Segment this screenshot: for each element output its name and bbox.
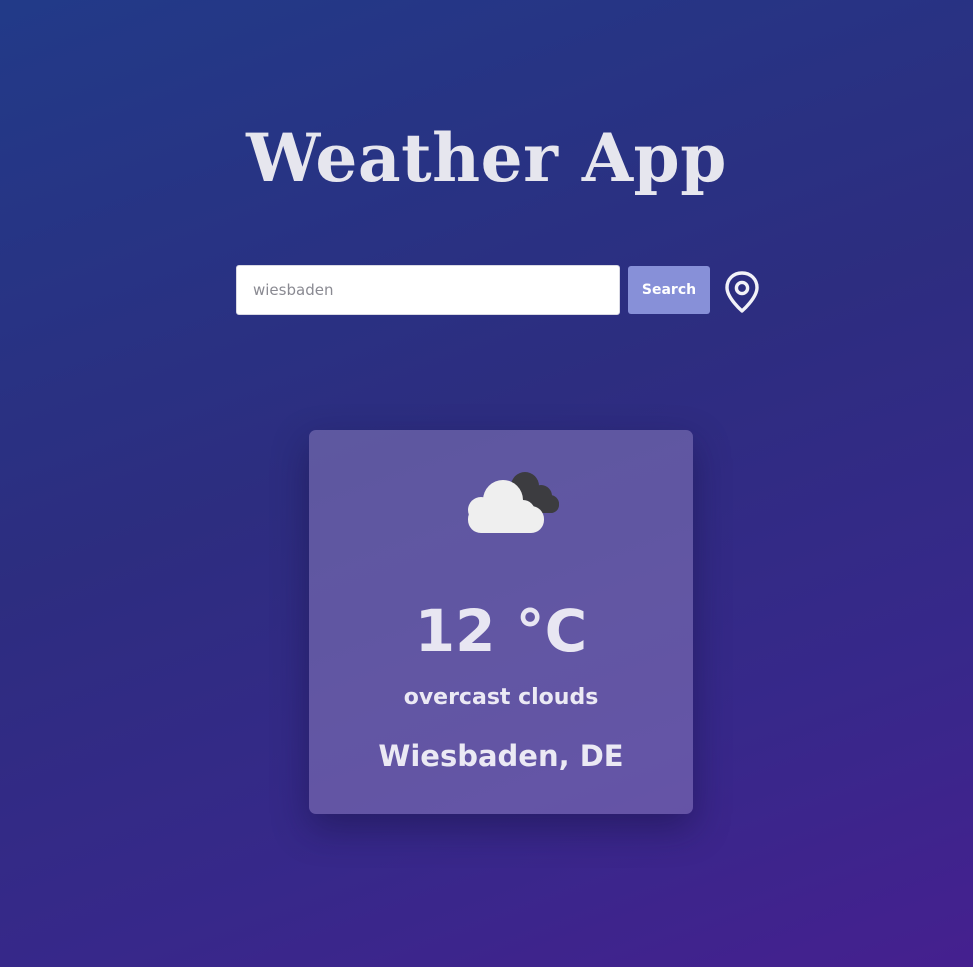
overcast-clouds-icon bbox=[468, 472, 559, 533]
city-search-input[interactable] bbox=[236, 265, 620, 315]
location-name: Wiesbaden, DE bbox=[378, 739, 624, 773]
map-pin-icon bbox=[725, 271, 759, 313]
temperature: 12 °C bbox=[414, 597, 588, 665]
app-title: Weather App bbox=[246, 119, 727, 198]
current-location-button[interactable] bbox=[722, 270, 762, 314]
weather-card: 12 °C overcast clouds Wiesbaden, DE bbox=[309, 430, 693, 814]
weather-description: overcast clouds bbox=[403, 685, 599, 710]
search-button[interactable]: Search bbox=[628, 266, 710, 314]
